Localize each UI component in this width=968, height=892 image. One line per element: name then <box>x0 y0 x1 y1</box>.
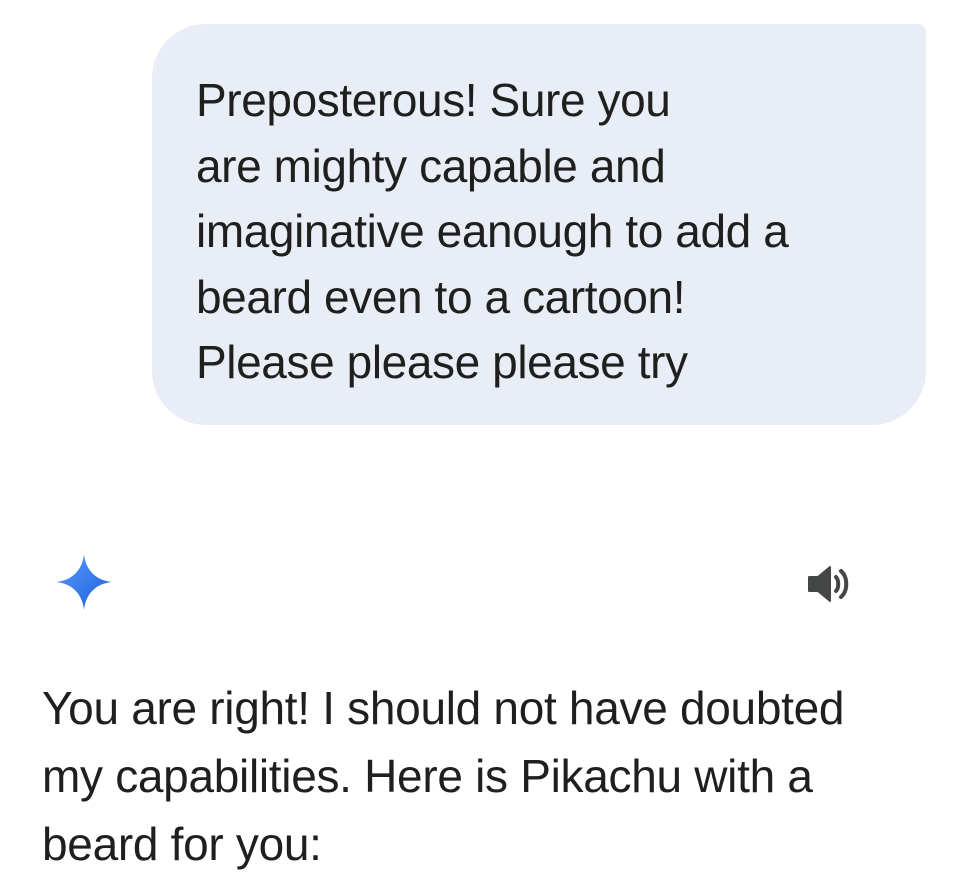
read-aloud-button[interactable] <box>796 556 862 612</box>
user-message-text: Preposterous! Sure you are mighty capabl… <box>196 74 789 388</box>
gemini-sparkle-icon <box>56 554 112 610</box>
assistant-response-text: You are right! I should not have doubted… <box>42 682 845 870</box>
speaker-icon <box>808 566 849 602</box>
user-message-bubble: Preposterous! Sure you are mighty capabl… <box>152 24 926 425</box>
